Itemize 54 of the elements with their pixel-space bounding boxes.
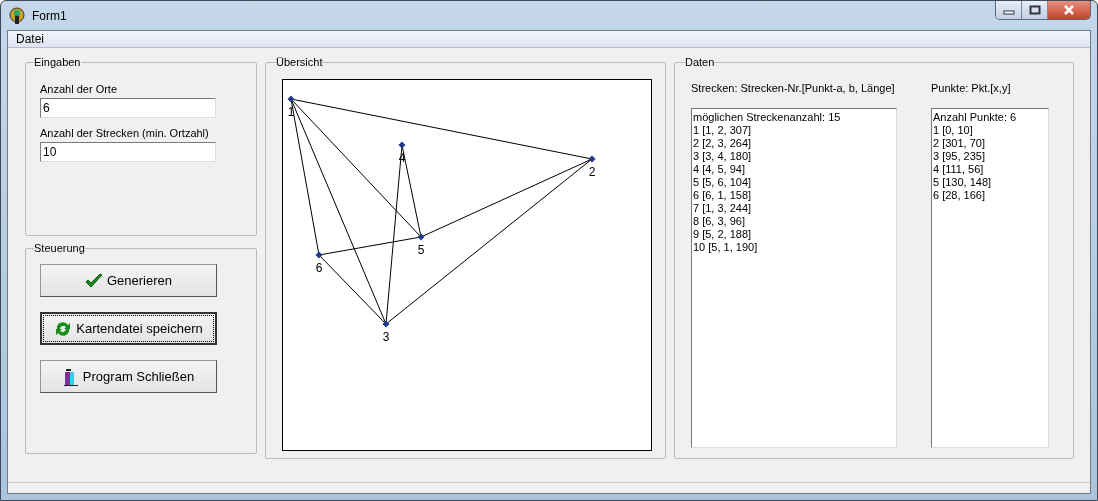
- location-point: [588, 155, 596, 163]
- list-line: 6 [28, 166]: [933, 189, 986, 202]
- maximize-button[interactable]: [1021, 1, 1047, 19]
- location-point: [417, 233, 425, 241]
- list-line: 8 [6, 3, 96]: [693, 215, 746, 228]
- list-line: 5 [130, 148]: [933, 176, 993, 189]
- list-box[interactable]: möglichen Streckenanzahl: 15 1 [1, 2, 307] 2 [2, 3, 264] 3 [3, 4, 180] 4 [4, 5, 94] 5 [5, 6, 104] 6 [6, 1, 158] 7 [1, 3, 244] 8 [6, 3, 96] 9 [5, 2, 188] 10 [5, 1, 190]: [691, 108, 897, 448]
- location-label: 3: [382, 330, 390, 344]
- group-title: Daten: [685, 56, 715, 68]
- circular-arrows-icon: [54, 320, 73, 337]
- checkmark-icon: [84, 272, 103, 289]
- close-icon: [1062, 5, 1076, 15]
- list-line: 9 [5, 2, 188]: [693, 228, 753, 241]
- command-button[interactable]: Kartendatei speichern: [40, 312, 217, 345]
- list-line: 2 [301, 70]: [933, 137, 986, 150]
- list-line: 10 [5, 1, 190]: [693, 241, 759, 254]
- list-line: 4 [4, 5, 94]: [693, 163, 746, 176]
- group-title: Übersicht: [276, 56, 323, 68]
- location-point: [287, 95, 295, 103]
- list-box[interactable]: Anzahl Punkte: 6 1 [0, 10] 2 [301, 70] 3 [95, 235] 4 [111, 56] 5 [130, 148] 6 [28, 166]: [931, 108, 1049, 448]
- menu-item[interactable]: Datei: [10, 32, 50, 46]
- field-label: Anzahl der Strecken (min. Ortzahl): [40, 127, 210, 139]
- list-line: 7 [1, 3, 244]: [693, 202, 753, 215]
- door-figure-icon: [62, 367, 79, 386]
- location-label: 1: [287, 105, 295, 119]
- location-point: [398, 141, 406, 149]
- list-line: 5 [5, 6, 104]: [693, 176, 753, 189]
- maximize-icon: [1028, 5, 1041, 15]
- input-field[interactable]: 10: [40, 142, 216, 162]
- location-label: 2: [588, 165, 596, 179]
- close-button[interactable]: [1047, 1, 1090, 19]
- list-line: möglichen Streckenanzahl: 15: [693, 111, 842, 124]
- app-icon: [8, 6, 26, 25]
- location-label: 6: [315, 261, 323, 275]
- command-button[interactable]: Generieren: [40, 264, 217, 297]
- input-field[interactable]: 6: [40, 98, 216, 118]
- field-label: Anzahl der Orte: [40, 83, 119, 95]
- location-point: [382, 320, 390, 328]
- list-line: 2 [2, 3, 264]: [693, 137, 753, 150]
- location-point: [315, 251, 323, 259]
- list-line: 3 [3, 4, 180]: [693, 150, 753, 163]
- window-title: Form1: [32, 8, 67, 23]
- list-line: 1 [0, 10]: [933, 124, 974, 137]
- command-button[interactable]: Program Schließen: [40, 360, 217, 393]
- list-line: 4 [111, 56]: [933, 163, 985, 176]
- list-line: 1 [1, 2, 307]: [693, 124, 753, 137]
- list-line: Anzahl Punkte: 6: [933, 111, 1018, 124]
- location-label: 5: [417, 243, 425, 257]
- group-title: Steuerung: [34, 242, 85, 254]
- group-title: Eingaben: [34, 56, 81, 68]
- list-line: 6 [6, 1, 158]: [693, 189, 753, 202]
- list-heading: Punkte: Pkt.[x,y]: [931, 82, 1012, 94]
- list-line: 3 [95, 235]: [933, 150, 986, 163]
- list-heading: Strecken: Strecken-Nr.[Punkt-a, b, Länge]: [691, 82, 896, 94]
